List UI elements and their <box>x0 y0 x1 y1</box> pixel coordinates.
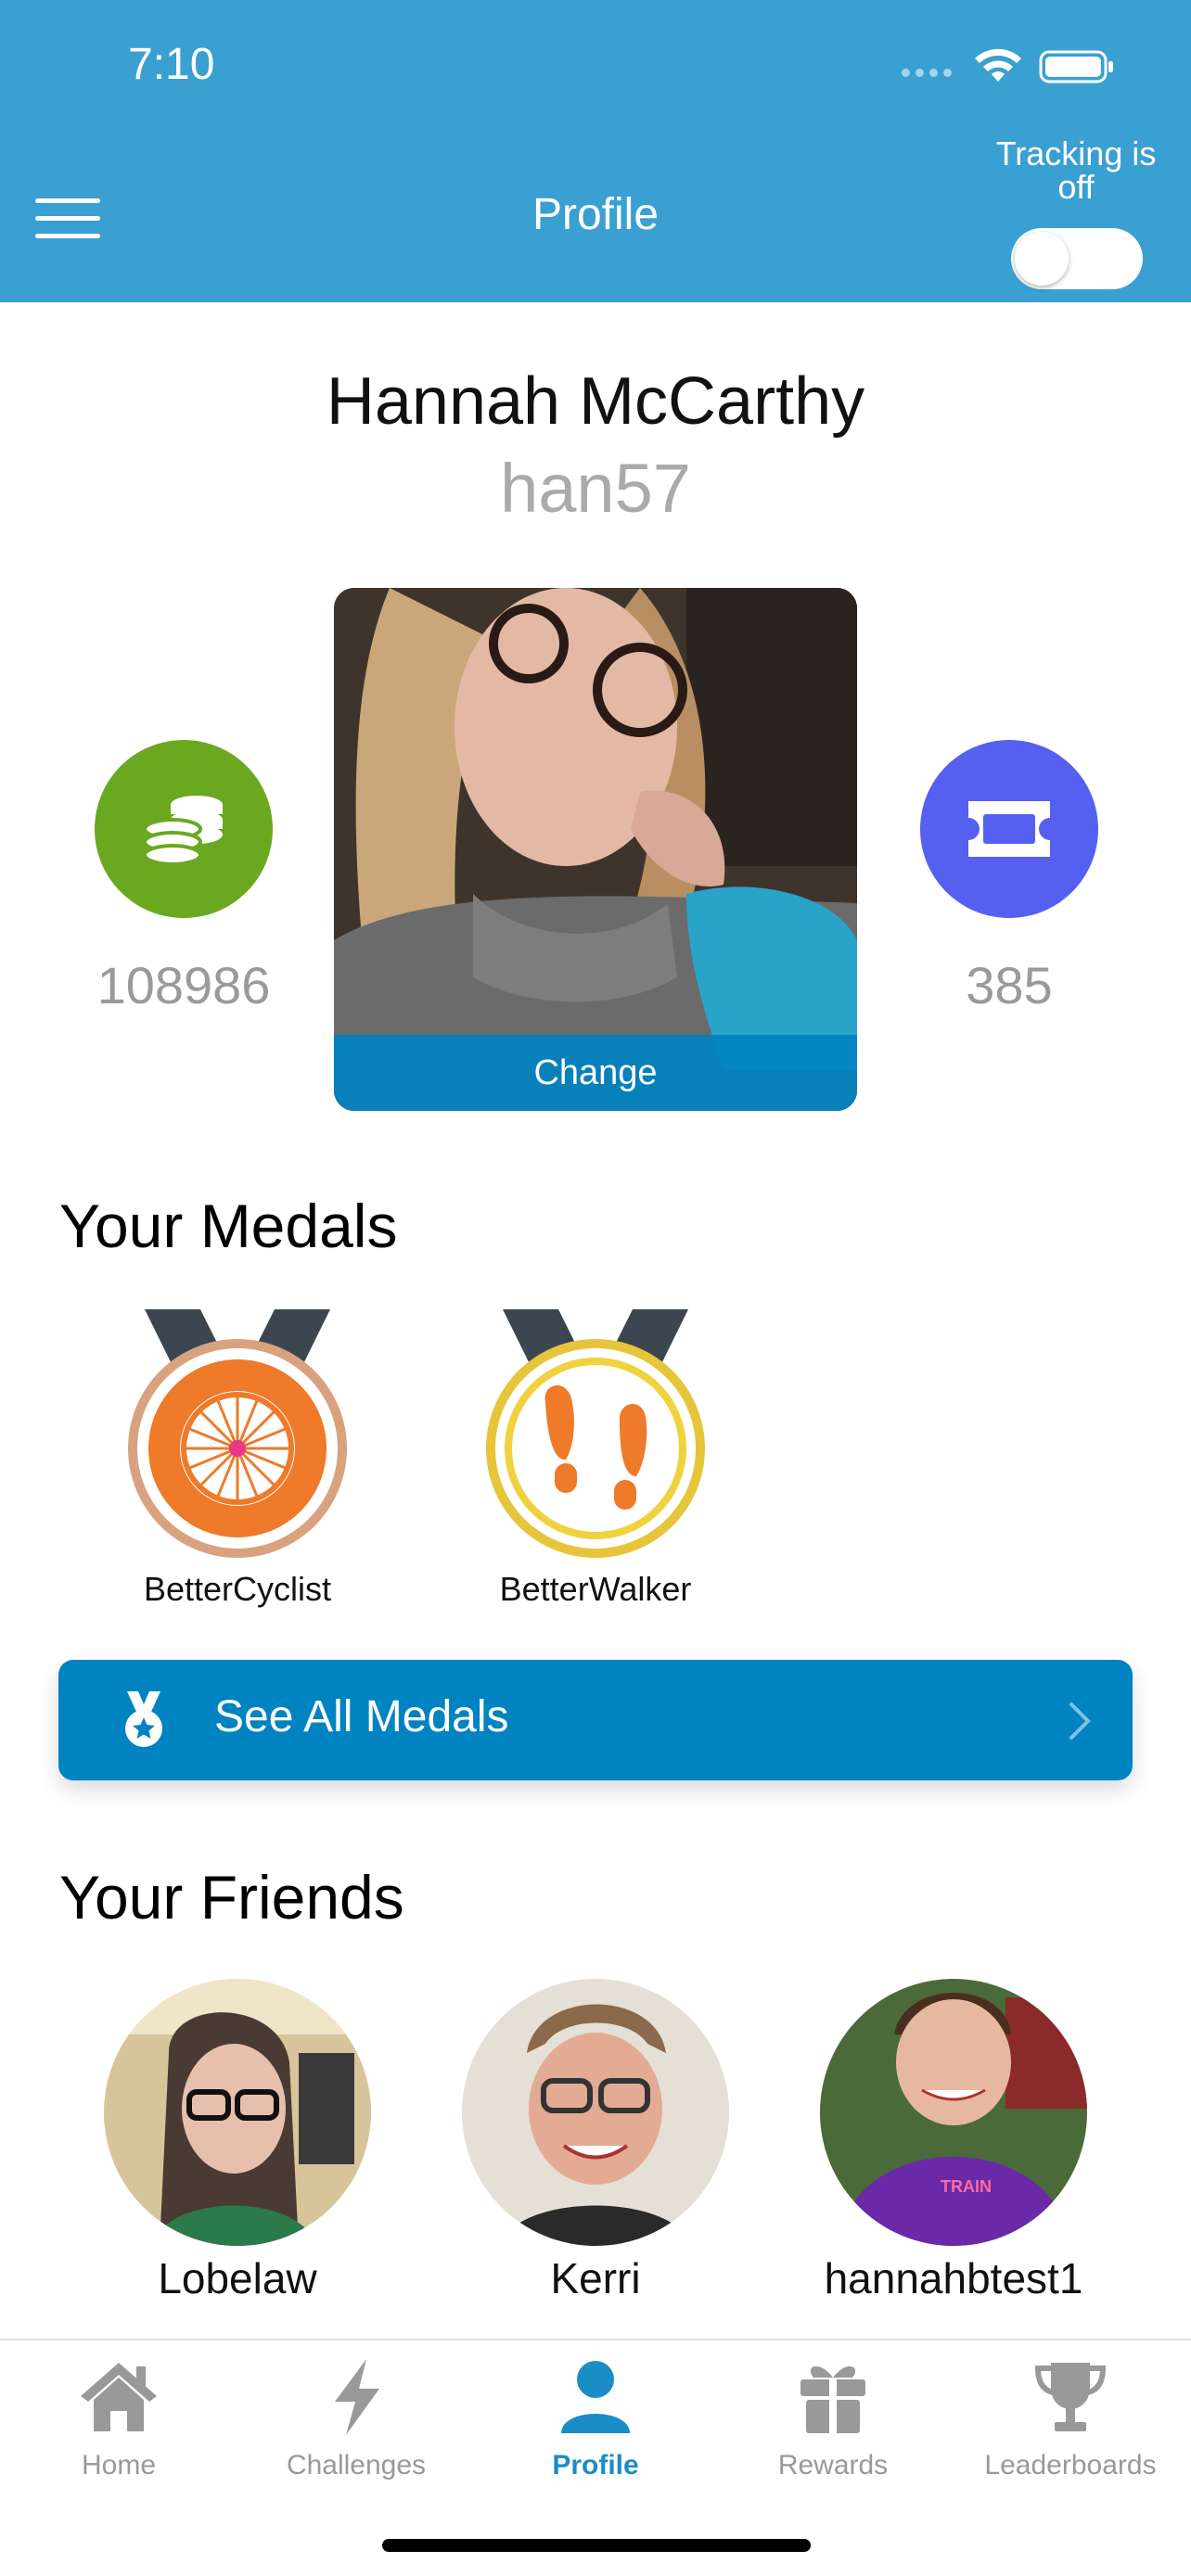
friends-section-title: Your Friends <box>59 1863 404 1932</box>
friend-item[interactable]: TRAIN hannahbtest1 <box>787 1979 1121 2303</box>
tab-rewards[interactable]: Rewards <box>714 2355 952 2481</box>
medal-icon <box>125 1691 162 1747</box>
tab-label: Profile <box>552 2450 639 2480</box>
battery-icon <box>1039 50 1113 83</box>
medal-bettercyclist[interactable]: BetterCyclist <box>108 1309 367 1609</box>
person-icon <box>561 2361 630 2433</box>
ticket-icon <box>920 740 1098 918</box>
friend-name: Lobelaw <box>158 2254 317 2302</box>
friend-avatar: TRAIN <box>820 1979 1087 2246</box>
svg-text:TRAIN: TRAIN <box>941 2177 992 2196</box>
medal-label: BetterWalker <box>499 1570 692 1608</box>
tab-label: Leaderboards <box>984 2450 1157 2480</box>
tracking-status-label: Tracking is off <box>995 134 1157 206</box>
tracking-toggle[interactable] <box>1011 228 1143 289</box>
coins-value: 108986 <box>96 956 271 1014</box>
profile-name: Hannah McCarthy <box>326 364 865 439</box>
tab-home[interactable]: Home <box>0 2355 237 2481</box>
change-photo-button[interactable]: Change <box>334 1035 857 1111</box>
coins-icon <box>95 740 273 918</box>
chevron-right-icon <box>1069 1702 1091 1740</box>
profile-photo[interactable]: Change <box>334 588 857 1111</box>
medal-betterwalker[interactable]: BetterWalker <box>466 1309 725 1609</box>
trophy-icon <box>1034 2363 1107 2431</box>
tickets-value: 385 <box>966 956 1053 1014</box>
tickets-stat[interactable]: 385 <box>918 740 1100 1015</box>
gift-icon <box>800 2366 865 2433</box>
coins-stat[interactable]: 108986 <box>93 740 275 1015</box>
signal-icon <box>902 69 952 77</box>
tab-label: Rewards <box>777 2450 889 2480</box>
tab-profile[interactable]: Profile <box>477 2355 714 2481</box>
see-all-medals-label: See All Medals <box>214 1692 509 1741</box>
profile-username: han57 <box>500 450 691 527</box>
footprints-icon <box>486 1309 705 1558</box>
toggle-knob <box>1015 232 1069 286</box>
friend-name: Kerri <box>550 2254 641 2302</box>
friend-item[interactable]: Kerri <box>429 1979 762 2303</box>
friend-avatar <box>462 1979 729 2246</box>
top-app-bar: 7:10 Profile Tracking is off <box>0 0 1191 302</box>
tab-challenges[interactable]: Challenges <box>237 2355 475 2481</box>
home-indicator <box>382 2539 811 2552</box>
home-icon <box>81 2363 157 2431</box>
medals-section-title: Your Medals <box>59 1192 398 1260</box>
tab-label: Home <box>81 2450 157 2480</box>
bicycle-wheel-icon <box>128 1309 347 1558</box>
medal-label: BetterCyclist <box>143 1570 332 1608</box>
status-time: 7:10 <box>128 40 215 89</box>
friend-item[interactable]: Lobelaw <box>70 1979 404 2303</box>
profile-photo-image <box>334 588 857 1111</box>
lightning-icon <box>335 2359 379 2435</box>
tab-label: Challenges <box>286 2450 427 2480</box>
friend-avatar <box>104 1979 371 2246</box>
friend-name: hannahbtest1 <box>824 2254 1083 2302</box>
see-all-medals-button[interactable]: See All Medals <box>58 1660 1133 1780</box>
tab-leaderboards[interactable]: Leaderboards <box>952 2355 1189 2481</box>
wifi-icon <box>975 48 1021 82</box>
